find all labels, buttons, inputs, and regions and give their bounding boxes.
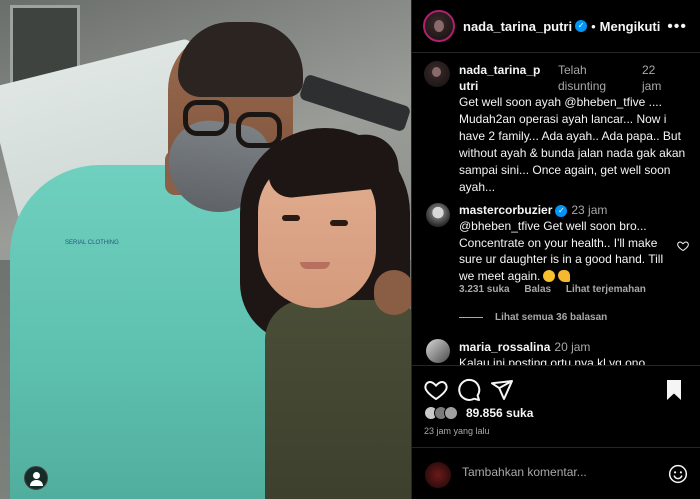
comment-username[interactable]: maria_rossalina: [459, 340, 550, 354]
photo-girl-eye-left: [282, 215, 300, 221]
more-icon[interactable]: •••: [667, 18, 687, 36]
post-header: nada_tarina_putri ✓ • Mengikuti •••: [412, 0, 700, 53]
view-replies-button[interactable]: Lihat semua 36 balasan: [459, 312, 607, 323]
comment-icon[interactable]: [457, 378, 481, 402]
share-icon[interactable]: [490, 378, 514, 402]
bookmark-icon[interactable]: [662, 378, 686, 402]
caption-edited-label: Telah disunting: [558, 63, 607, 93]
caption-username[interactable]: nada_tarina_putri: [459, 62, 543, 94]
translate-button[interactable]: Lihat terjemahan: [566, 284, 646, 295]
comment-username[interactable]: mastercorbuzier: [459, 203, 552, 217]
view-replies-label: Lihat semua 36 balasan: [495, 312, 608, 323]
heart-icon[interactable]: [677, 240, 689, 252]
caption-text: Get well soon ayah @bheben_tfive .... Mu…: [459, 95, 686, 194]
caption-avatar[interactable]: [424, 61, 450, 87]
verified-icon: ✓: [555, 204, 568, 217]
liker-avatar: [444, 406, 458, 420]
likes-count[interactable]: 89.856 suka: [466, 406, 533, 420]
header-separator: •: [591, 18, 596, 34]
emoji-icon[interactable]: [668, 464, 688, 484]
user-tag-icon[interactable]: [24, 466, 48, 490]
comment-time[interactable]: 20 jam: [554, 340, 590, 354]
avatar-figure: [432, 67, 441, 77]
reply-button[interactable]: Balas: [524, 284, 551, 295]
flexed-biceps-emoji-icon: [558, 269, 571, 282]
comment-avatar[interactable]: [426, 203, 450, 227]
user-tag-shoulders: [30, 480, 43, 486]
post-side-panel: nada_tarina_putri ✓ • Mengikuti ••• nada…: [411, 0, 700, 499]
comment-actions: 3.231 suka Balas Lihat terjemahan: [459, 284, 658, 295]
post-date[interactable]: 23 jam yang lalu: [424, 426, 490, 436]
post-actions: 89.856 suka 23 jam yang lalu: [412, 365, 700, 447]
likes-summary[interactable]: 89.856 suka: [424, 406, 533, 420]
author-username[interactable]: nada_tarina_putri: [463, 19, 572, 34]
heart-icon[interactable]: [424, 378, 448, 402]
comment-avatar[interactable]: [426, 339, 450, 363]
comment-input[interactable]: [462, 465, 642, 479]
user-tag-head: [33, 472, 40, 479]
comment-time[interactable]: 23 jam: [571, 203, 607, 217]
comment-likes[interactable]: 3.231 suka: [459, 284, 510, 295]
following-button[interactable]: Mengikuti: [600, 19, 661, 34]
photo-glasses-left: [183, 100, 229, 136]
comment-text: Kalau ini posting ortu nya.kl yg ono: [459, 356, 646, 365]
photo-hand: [374, 270, 411, 315]
avatar-figure: [434, 20, 444, 32]
photo-girl-shirt: [265, 300, 411, 499]
add-comment-bar: [412, 447, 700, 499]
photo-gown-print: SERIAL CLOTHING: [65, 240, 119, 246]
caption-time[interactable]: 22 jam: [642, 62, 674, 94]
comments-list[interactable]: nada_tarina_putri Telah disunting 22 jam…: [412, 54, 700, 365]
comment-text: @bheben_tfive Get well soon bro... Conce…: [459, 218, 677, 284]
comment-header: maria_rossalina 20 jam: [459, 339, 590, 355]
author-avatar[interactable]: [423, 10, 455, 42]
current-user-avatar: [425, 462, 451, 488]
smile-emoji-icon: [543, 269, 556, 282]
replies-divider: [459, 317, 483, 318]
photo-girl-smile: [300, 262, 330, 269]
post-photo[interactable]: SERIAL CLOTHING: [0, 0, 411, 499]
verified-icon: ✓: [575, 20, 588, 32]
comment-header: mastercorbuzier ✓ 23 jam: [459, 202, 607, 218]
photo-girl-eye-right: [330, 220, 348, 226]
